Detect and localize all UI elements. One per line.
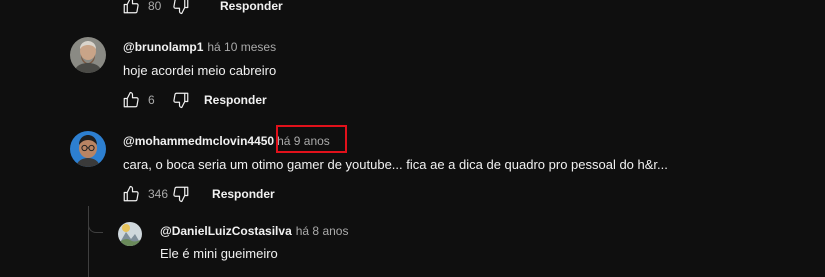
highlight-box [276, 125, 347, 153]
comment-actions: 6 Responder [122, 90, 267, 110]
comment-timestamp[interactable]: há 10 meses [207, 40, 276, 54]
comment-header: @brunolamp1 há 10 meses [123, 40, 276, 54]
reply-timestamp[interactable]: há 8 anos [296, 224, 349, 238]
thumbs-up-icon[interactable] [122, 91, 140, 109]
thumbs-down-icon[interactable] [172, 0, 190, 15]
like-count: 6 [148, 93, 155, 107]
thumbs-up-icon[interactable] [122, 0, 140, 15]
reply-button[interactable]: Responder [204, 93, 267, 107]
reply-header: @DanielLuizCostasilva há 8 anos [160, 224, 348, 238]
comment-author[interactable]: @mohammedmclovin4450 [123, 134, 274, 148]
thumbs-up-icon[interactable] [122, 185, 140, 203]
reply-button[interactable]: Responder [220, 0, 283, 13]
thumbs-down-icon[interactable] [172, 91, 190, 109]
like-count: 346 [148, 187, 169, 201]
comment-text: hoje acordei meio cabreiro [123, 63, 277, 78]
comment-text: cara, o boca seria um otimo gamer de you… [123, 157, 668, 172]
comment-actions: 346 Responder [122, 184, 275, 204]
comment-author[interactable]: @brunolamp1 [123, 40, 203, 54]
avatar[interactable] [70, 131, 106, 167]
reply-author[interactable]: @DanielLuizCostasilva [160, 224, 292, 238]
thread-branch [88, 206, 103, 233]
thumbs-down-icon[interactable] [172, 185, 190, 203]
comment-actions-top: 80 Responder [122, 0, 283, 16]
reply-button[interactable]: Responder [212, 187, 275, 201]
avatar[interactable] [70, 37, 106, 73]
avatar[interactable] [118, 222, 142, 246]
like-count: 80 [148, 0, 162, 13]
comments-section: 80 Responder @brunolamp1 há 10 meses hoj… [0, 0, 825, 277]
reply-text: Ele é mini gueimeiro [160, 246, 278, 261]
